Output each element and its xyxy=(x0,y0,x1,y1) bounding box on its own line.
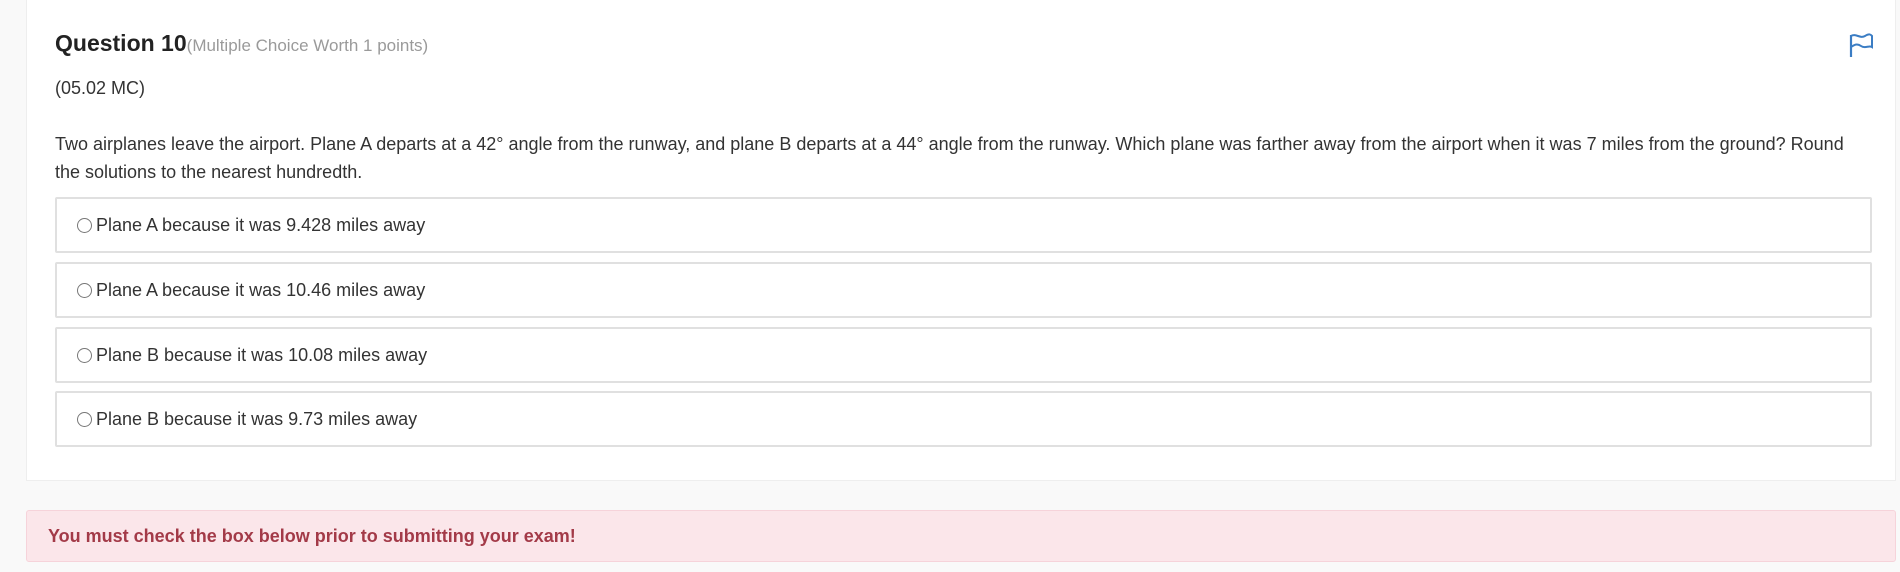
answer-choice-b[interactable]: Plane A because it was 10.46 miles away xyxy=(55,262,1872,318)
question-meta: (Multiple Choice Worth 1 points) xyxy=(186,36,429,55)
choice-label: Plane A because it was 10.46 miles away xyxy=(96,279,426,300)
submit-warning-alert: You must check the box below prior to su… xyxy=(26,510,1896,562)
answer-choice-c[interactable]: Plane B because it was 10.08 miles away xyxy=(55,327,1872,383)
choice-label: Plane A because it was 9.428 miles away xyxy=(96,214,426,235)
question-code: (05.02 MC) xyxy=(55,78,146,98)
answer-choice-d[interactable]: Plane B because it was 9.73 miles away xyxy=(55,391,1872,447)
exam-page: Question 10 (Multiple Choice Worth 1 poi… xyxy=(0,0,1900,572)
radio-button[interactable] xyxy=(77,217,92,233)
question-card: Question 10 (Multiple Choice Worth 1 poi… xyxy=(26,0,1896,481)
alert-text: You must check the box below prior to su… xyxy=(48,525,576,546)
choice-label: Plane B because it was 9.73 miles away xyxy=(96,408,418,429)
answer-choice-a[interactable]: Plane A because it was 9.428 miles away xyxy=(55,197,1872,253)
question-title: Question 10 xyxy=(55,30,187,56)
flag-icon[interactable] xyxy=(1847,33,1875,59)
question-text: Two airplanes leave the airport. Plane A… xyxy=(55,134,1844,182)
choice-label: Plane B because it was 10.08 miles away xyxy=(96,344,428,365)
question-header: Question 10 (Multiple Choice Worth 1 poi… xyxy=(55,30,428,57)
radio-button[interactable] xyxy=(77,282,92,298)
radio-button[interactable] xyxy=(77,347,92,363)
radio-button[interactable] xyxy=(77,411,92,427)
